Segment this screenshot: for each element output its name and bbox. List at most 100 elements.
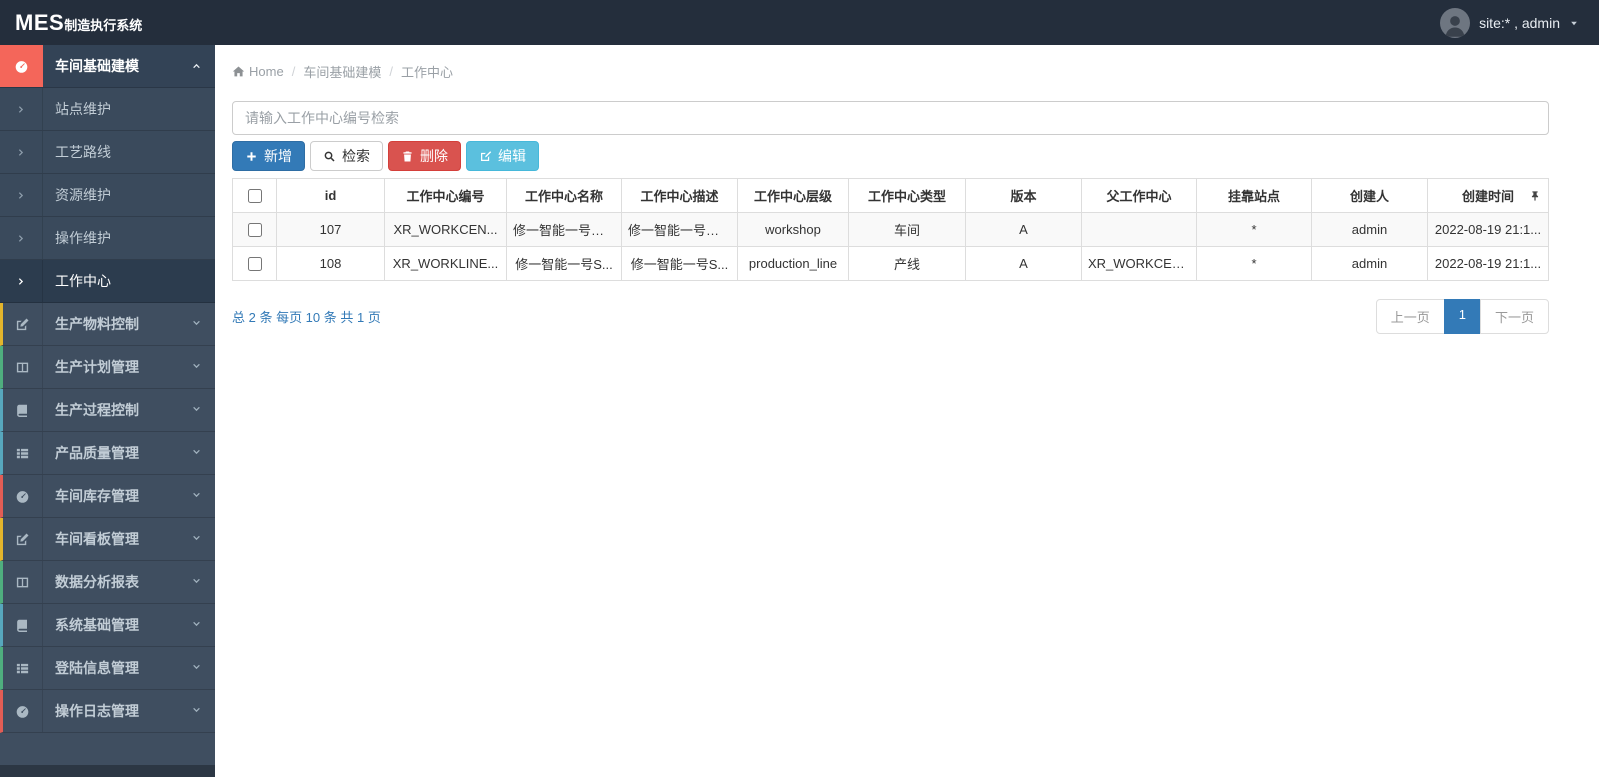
sidebar-group-label: 生产物料控制 [55,316,139,332]
table-cell: 修一智能一号S... [621,246,738,281]
chevron-right-icon [16,147,27,158]
table-cell: A [965,246,1082,281]
sidebar-item[interactable]: 操作维护 [0,217,215,260]
add-button[interactable]: 新增 [232,141,305,171]
table-cell: XR_WORKCEN... [1081,246,1197,281]
sidebar-item-label: 操作维护 [55,230,111,246]
sidebar-group[interactable]: 车间看板管理 [0,518,215,561]
chevron-right-icon [16,276,27,287]
table-row[interactable]: 108 XR_WORKLINE... 修一智能一号S... 修一智能一号S... pro… [232,246,1549,281]
select-all-checkbox[interactable] [247,189,262,204]
button-label: 新增 [264,148,292,164]
table-cell [1081,212,1197,247]
sidebar-group-icon-cell [3,604,43,646]
chevron-up-icon [191,60,202,71]
table-row[interactable]: 107 XR_WORKCEN... 修一智能一号车间 修一智能一号车间 workshop… [232,212,1549,247]
book-icon [15,618,30,633]
breadcrumb-separator: / [291,64,296,79]
column-header[interactable]: 父工作中心 [1081,178,1197,213]
sidebar-group[interactable]: 生产物料控制 [0,303,215,346]
table-cell: admin [1311,246,1428,281]
edit-icon [479,150,492,163]
sidebar-group[interactable]: 产品质量管理 [0,432,215,475]
chevron-down-icon [191,361,202,372]
sidebar-group[interactable]: 生产过程控制 [0,389,215,432]
chevron-down-icon [191,705,202,716]
breadcrumb-item: 车间基础建模 [303,65,382,80]
button-label: 删除 [420,148,448,164]
table-cell: 修一智能一号车间 [506,212,622,247]
sidebar-item-label: 工艺路线 [55,144,111,160]
sidebar-group[interactable]: 车间库存管理 [0,475,215,518]
sidebar-item[interactable]: 资源维护 [0,174,215,217]
chevron-down-icon [191,662,202,673]
search-button[interactable]: 检索 [310,141,383,171]
main-content: Home / 车间基础建模 / 工作中心 新增检索删除编辑 id工作中心编号工作… [215,0,1599,334]
pin-icon[interactable] [1529,190,1541,202]
caret-down-icon [1569,18,1579,28]
table-footer: 总 2 条 每页 10 条 共 1 页 上一页 1 下一页 [232,299,1549,334]
column-header[interactable]: 工作中心名称 [506,178,622,213]
edit-button[interactable]: 编辑 [466,141,539,171]
book-icon [15,403,30,418]
plus-icon [245,150,258,163]
column-header[interactable]: 版本 [965,178,1082,213]
sidebar-item-label: 资源维护 [55,187,111,203]
breadcrumb-home[interactable]: Home [232,64,284,79]
column-header[interactable]: 工作中心编号 [384,178,507,213]
sidebar-group[interactable]: 数据分析报表 [0,561,215,604]
table-cell: 2022-08-19 21:1... [1427,212,1549,247]
sidebar-group-icon-cell [3,432,43,474]
toolbar: 新增 检索 删除 编辑 [232,141,1549,171]
table-cell: * [1196,212,1312,247]
sidebar-item[interactable]: 站点维护 [0,88,215,131]
table-cell: 2022-08-19 21:1... [1427,246,1549,281]
row-checkbox[interactable] [247,257,262,272]
topbar: MES 制造执行系统 site:* , admin [0,0,1599,45]
chevron-down-icon [191,318,202,329]
chevron-down-icon [191,404,202,415]
app-logo[interactable]: MES 制造执行系统 [0,10,142,36]
sidebar-group-active[interactable]: 车间基础建模 [0,45,215,88]
column-header[interactable]: id [276,178,385,213]
table-cell: 修一智能一号车间 [621,212,738,247]
sidebar-group-icon-cell [3,690,43,732]
gauge-icon [15,489,30,504]
sidebar-item[interactable]: 工艺路线 [0,131,215,174]
sidebar-group-label: 操作日志管理 [55,703,139,719]
column-header[interactable]: 挂靠站点 [1196,178,1312,213]
sidebar-item-icon-cell [0,260,43,302]
table-cell: 车间 [848,212,966,247]
sidebar-group[interactable]: 登陆信息管理 [0,647,215,690]
column-header[interactable]: 工作中心层级 [737,178,849,213]
column-header[interactable]: 创建时间 [1427,178,1549,213]
search-input[interactable] [232,101,1549,135]
sidebar-group-label: 产品质量管理 [55,445,139,461]
table-cell: * [1196,246,1312,281]
sidebar-group[interactable]: 系统基础管理 [0,604,215,647]
table-header-row: id 工作中心编号 工作中心名称 工作中心描述 工作中心层级 工作中心类型 版本 父工作中心挂… [232,178,1549,213]
pagination-prev[interactable]: 上一页 [1375,299,1445,334]
sidebar-group[interactable]: 操作日志管理 [0,690,215,733]
select-all-cell [232,178,277,213]
row-checkbox-cell [232,212,277,247]
sidebar-group-label: 车间看板管理 [55,531,139,547]
column-header[interactable]: 创建人 [1311,178,1428,213]
sidebar-group-label: 登陆信息管理 [55,660,139,676]
sidebar-item[interactable]: 工作中心 [0,260,215,303]
sidebar-group-label: 生产计划管理 [55,359,139,375]
breadcrumb-home-label: Home [249,64,284,79]
sidebar-item-icon-cell [0,174,43,216]
column-header[interactable]: 工作中心类型 [848,178,966,213]
delete-button[interactable]: 删除 [388,141,461,171]
list-icon [15,661,30,676]
sidebar-group[interactable]: 生产计划管理 [0,346,215,389]
sidebar-item-label: 工作中心 [55,273,111,289]
user-menu[interactable]: site:* , admin [1440,0,1599,45]
chevron-down-icon [191,447,202,458]
pagination-next[interactable]: 下一页 [1479,299,1549,334]
pagination-page-1[interactable]: 1 [1443,299,1481,334]
row-checkbox[interactable] [247,223,262,238]
column-header[interactable]: 工作中心描述 [621,178,738,213]
sidebar-filler [0,733,215,765]
